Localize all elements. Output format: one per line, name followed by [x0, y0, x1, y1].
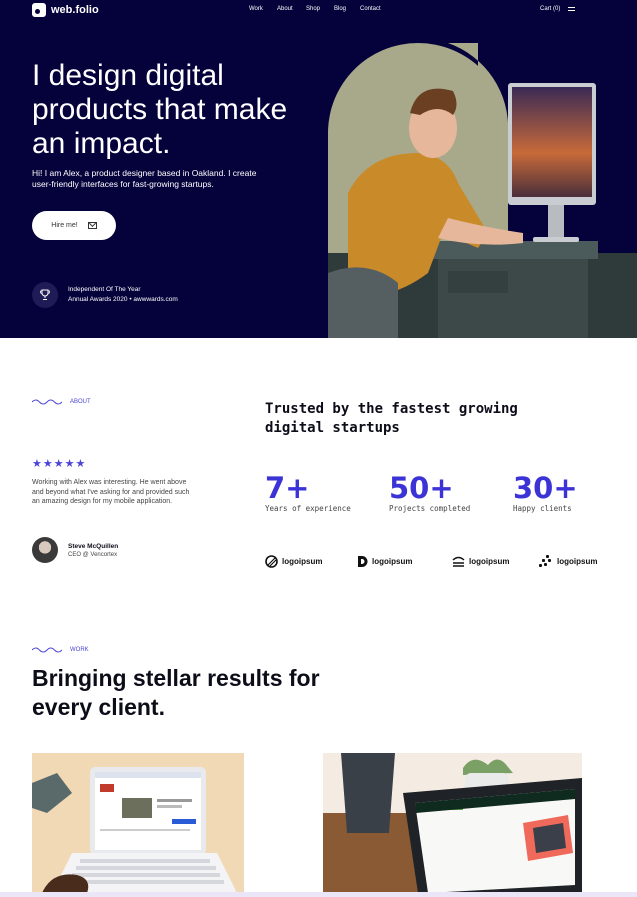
- client-logo-text: logoipsum: [372, 557, 413, 566]
- stat-projects: 50+ Projects completed: [389, 472, 470, 513]
- wave-icon: [32, 399, 62, 405]
- trusted-heading: Trusted by the fastest growing digital s…: [265, 401, 518, 436]
- client-logo: logoipsum: [539, 555, 597, 568]
- logo-layers-icon: [452, 556, 465, 567]
- nav-shop[interactable]: Shop: [306, 6, 334, 12]
- hire-me-button[interactable]: Hire me!: [32, 211, 116, 240]
- cart-link[interactable]: Cart (0): [540, 6, 560, 12]
- site-logo[interactable]: web.folio: [32, 3, 99, 17]
- award-block: Independent Of The Year Annual Awards 20…: [32, 282, 178, 308]
- award-title: Independent Of The Year: [68, 286, 141, 293]
- award-subtitle: Annual Awards 2020 • awwwards.com: [68, 296, 178, 303]
- stat-clients: 30+ Happy clients: [513, 472, 578, 513]
- work-tag-label: WORK: [70, 647, 89, 653]
- nav-work[interactable]: Work: [249, 6, 277, 12]
- work-tag: WORK: [32, 646, 89, 654]
- hero-section: web.folio Work About Shop Blog Contact C…: [0, 0, 637, 338]
- logo-circle-icon: [265, 555, 278, 568]
- hero-subtitle: Hi! I am Alex, a product designer based …: [32, 168, 257, 189]
- rating-stars: ★ ★ ★ ★ ★: [32, 459, 85, 470]
- testimonial-quote: Working with Alex was interesting. He we…: [32, 479, 190, 505]
- client-logo: logoipsum: [357, 555, 452, 568]
- avatar: [32, 537, 58, 563]
- menu-icon[interactable]: [568, 7, 575, 11]
- mail-icon: [87, 222, 97, 229]
- star-icon: ★: [75, 458, 86, 470]
- client-logo-text: logoipsum: [557, 557, 598, 566]
- brand-name: web.folio: [51, 4, 99, 16]
- hero-title: I design digital products that make an i…: [32, 59, 288, 160]
- client-logo-text: logoipsum: [469, 557, 510, 566]
- logo-half-icon: [358, 556, 368, 567]
- nav-about[interactable]: About: [277, 6, 306, 12]
- nav-contact[interactable]: Contact: [360, 6, 390, 12]
- client-logos: logoipsum logoipsum logoipsum logoipsum: [265, 555, 597, 568]
- about-tag-label: ABOUT: [70, 399, 91, 405]
- work-title: Bringing stellar results for every clien…: [32, 665, 320, 720]
- trophy-icon: [32, 282, 58, 308]
- testimonial-author: Steve McQuillen CEO @ Vencortex: [32, 537, 118, 563]
- stat-years: 7+ Years of experience: [265, 472, 351, 513]
- about-tag: ABOUT: [32, 398, 91, 406]
- client-logo: logoipsum: [452, 556, 539, 567]
- hero-photo: [328, 43, 637, 338]
- stat-value: 7+: [265, 471, 310, 505]
- hire-me-label: Hire me!: [51, 222, 78, 229]
- bottom-scroll-strip: [0, 892, 637, 897]
- author-role: CEO @ Vencortex: [68, 551, 118, 558]
- stat-label: Happy clients: [513, 504, 572, 513]
- star-icon: ★: [32, 458, 42, 470]
- star-icon: ★: [42, 458, 53, 470]
- project-card-1[interactable]: [32, 753, 244, 893]
- stat-value: 50+: [389, 471, 454, 505]
- stat-value: 30+: [513, 471, 578, 505]
- star-icon: ★: [53, 458, 64, 470]
- logo-icon: [32, 3, 46, 17]
- author-name: Steve McQuillen: [68, 542, 119, 550]
- client-logo-text: logoipsum: [282, 557, 323, 566]
- stat-label: Projects completed: [389, 504, 471, 513]
- project-card-2[interactable]: [323, 753, 582, 893]
- star-icon: ★: [64, 458, 75, 470]
- logo-dots-icon: [539, 555, 551, 567]
- main-nav: Work About Shop Blog Contact: [249, 6, 390, 12]
- stat-label: Years of experience: [265, 504, 351, 513]
- client-logo: logoipsum: [265, 555, 357, 568]
- nav-blog[interactable]: Blog: [334, 6, 360, 12]
- wave-icon: [32, 647, 62, 653]
